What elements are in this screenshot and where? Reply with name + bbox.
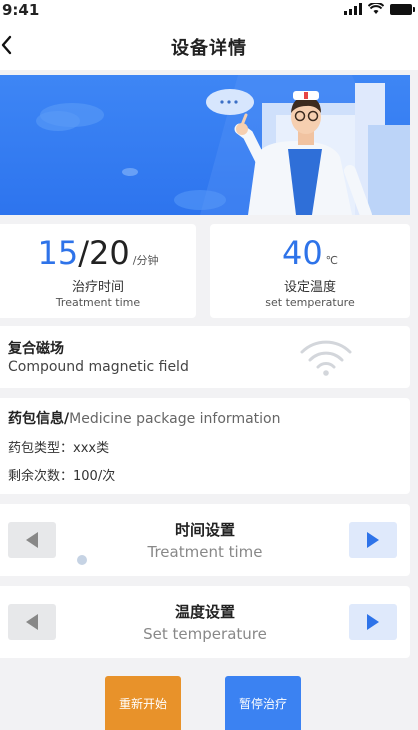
- time-setting-card: 时间设置 Treatment time: [0, 504, 410, 576]
- temperature-value: 40 ℃: [210, 234, 410, 272]
- medicine-info-title: 药包信息/Medicine package information: [8, 408, 280, 428]
- treatment-time-elapsed: 15: [37, 234, 79, 272]
- temperature-increase-button[interactable]: [349, 604, 397, 640]
- battery-icon: [390, 4, 415, 15]
- medicine-title-cn: 药包信息/: [8, 411, 70, 427]
- treatment-time-label-en: Treatment time: [55, 296, 141, 309]
- treatment-time-label-cn: 治疗时间: [71, 280, 124, 295]
- magnetic-field-label-cn: 复合磁场: [8, 341, 64, 357]
- temperature-label-en: set temperature: [265, 296, 355, 309]
- arrow-right-icon: [367, 614, 379, 630]
- banner-illustration: [0, 75, 410, 215]
- temperature-label-cn: 设定温度: [283, 280, 336, 295]
- status-bar: 9:41: [0, 0, 418, 22]
- restart-button[interactable]: 重新开始: [105, 676, 181, 730]
- treatment-time-separator: /: [78, 234, 90, 272]
- medicine-title-en: Medicine package information: [69, 411, 281, 427]
- medicine-remaining: 剩余次数：100/次: [8, 469, 116, 484]
- page-title: 设备详情: [171, 38, 247, 59]
- doctor-illustration: [36, 75, 410, 215]
- treatment-time-unit: /分钟: [132, 254, 159, 267]
- temperature-setting-card: 温度设置 Set temperature: [0, 586, 410, 658]
- signal-waves-icon: [300, 340, 352, 376]
- signal-icon: [344, 3, 362, 15]
- treatment-time-value: 15/20/分钟: [0, 234, 196, 272]
- treatment-time-card: 15/20/分钟 治疗时间 Treatment time: [0, 224, 196, 318]
- temperature-unit: ℃: [325, 254, 339, 267]
- treatment-time-total: 20: [89, 234, 130, 272]
- temperature-card: 40 ℃ 设定温度 set temperature: [210, 224, 410, 318]
- medicine-info-card: 药包信息/Medicine package information 药包类型：x…: [0, 398, 410, 494]
- status-time: 9:41: [2, 1, 40, 19]
- status-icons: [344, 3, 415, 15]
- pause-treatment-button[interactable]: 暂停治疗: [225, 676, 301, 730]
- nav-bar: 设备详情: [0, 22, 418, 70]
- magnetic-field-label-en: Compound magnetic field: [8, 359, 189, 375]
- time-increase-button[interactable]: [349, 522, 397, 558]
- arrow-right-icon: [367, 532, 379, 548]
- magnetic-field-card[interactable]: 复合磁场 Compound magnetic field: [0, 326, 410, 388]
- temperature-number: 40: [281, 234, 323, 272]
- wifi-status-icon: [368, 3, 384, 14]
- medicine-type: 药包类型：xxx类: [8, 441, 110, 456]
- drag-indicator-dot: [77, 555, 87, 565]
